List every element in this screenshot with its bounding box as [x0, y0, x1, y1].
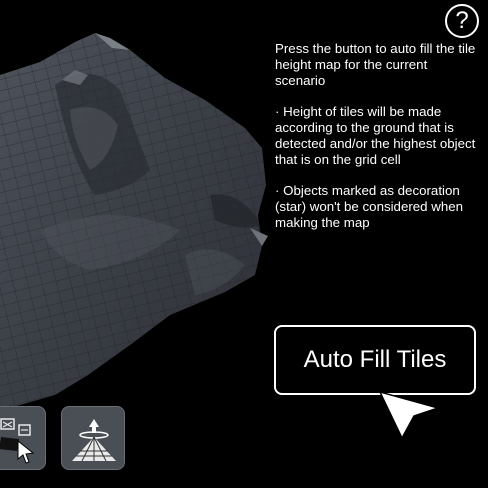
question-icon: ? — [455, 7, 469, 34]
height-map-tool-button[interactable] — [61, 406, 125, 470]
select-objects-icon — [0, 418, 35, 464]
instruction-text: Press the button to auto fill the tile h… — [275, 41, 476, 88]
height-map-icon — [72, 419, 116, 462]
help-button[interactable]: ? — [445, 4, 479, 38]
instructions-panel: Press the button to auto fill the tile h… — [275, 41, 480, 246]
auto-fill-tiles-button[interactable]: Auto Fill Tiles — [274, 325, 476, 395]
pointer-cursor-icon — [378, 390, 440, 440]
instruction-height-note: · Height of tiles will be made according… — [275, 104, 476, 167]
select-objects-tool-button[interactable] — [0, 406, 46, 470]
auto-fill-tiles-label: Auto Fill Tiles — [303, 346, 447, 373]
instruction-decoration-note: · Objects marked as decoration (star) wo… — [275, 183, 464, 230]
